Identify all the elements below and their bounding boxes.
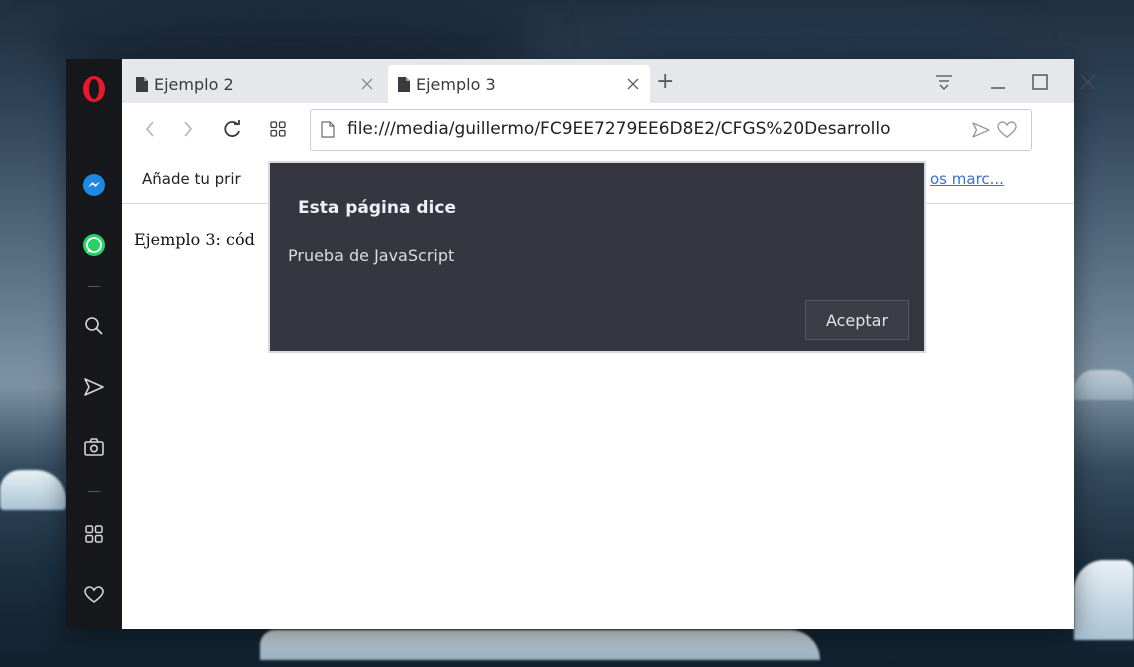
close-icon [627,78,639,90]
dialog-title: Esta página dice [298,198,456,218]
chevron-left-icon [145,121,154,137]
chevron-right-icon [184,121,193,137]
search-icon [85,317,103,335]
tab-title: Ejemplo 3 [416,74,496,94]
url-text[interactable]: file:///media/guillermo/FC9EE7279EE6D8E2… [347,119,962,141]
close-icon [1080,74,1096,90]
messenger-button[interactable] [66,165,122,205]
close-icon [361,78,373,90]
minimize-button[interactable] [984,69,1012,95]
send-icon[interactable] [971,121,991,139]
send-icon [84,378,104,396]
alert-dialog: Esta página dice Prueba de JavaScript Ac… [268,161,926,353]
minimize-icon [991,87,1005,89]
speed-dial-button[interactable] [266,117,290,141]
sidebar-separator [88,286,100,287]
tab-menu-button[interactable] [930,69,958,95]
tab-title: Ejemplo 2 [154,74,234,94]
forward-button[interactable] [176,117,200,141]
opera-menu-button[interactable] [66,69,122,109]
close-window-button[interactable] [1074,69,1102,95]
background-iceberg [1074,560,1134,640]
search-button[interactable] [66,306,122,346]
reload-button[interactable] [220,117,244,141]
camera-icon [84,438,104,456]
tab-close-button[interactable] [626,72,640,96]
address-bar[interactable]: file:///media/guillermo/FC9EE7279EE6D8E2… [310,109,1032,151]
tab-ejemplo-3[interactable]: Ejemplo 3 [388,65,650,103]
apps-grid-icon [85,525,103,543]
favorites-button[interactable] [66,575,122,615]
sidebar-separator [88,491,100,492]
reload-icon [224,120,240,137]
opera-logo-icon [83,76,105,102]
heart-icon [84,586,104,603]
page-icon [321,121,335,138]
dialog-message: Prueba de JavaScript [288,246,455,265]
apps-button[interactable] [66,514,122,554]
whatsapp-button[interactable] [66,225,122,265]
messenger-icon [83,174,105,196]
document-icon [398,76,410,92]
navigation-bar: file:///media/guillermo/FC9EE7279EE6D8E2… [122,103,1074,155]
new-tab-button[interactable]: + [656,69,674,94]
document-icon [136,76,148,92]
send-button[interactable] [66,367,122,407]
tab-menu-icon [936,75,952,90]
bookmarks-hint: Añade tu prir [142,170,241,188]
maximize-icon [1032,74,1048,90]
background-mountain [1074,370,1134,400]
background-iceberg [260,630,820,660]
whatsapp-icon [83,234,105,256]
sidebar [66,59,122,629]
accept-button[interactable]: Aceptar [805,300,909,340]
snapshot-button[interactable] [66,427,122,467]
tab-bar: Ejemplo 2 Ejemplo 3 + [122,59,1096,103]
background-iceberg [0,470,66,510]
back-button[interactable] [138,117,162,141]
apps-grid-icon [270,121,286,137]
heart-icon[interactable] [997,121,1017,139]
other-bookmarks-link[interactable]: os marc... [930,170,1004,188]
maximize-button[interactable] [1026,69,1054,95]
tab-ejemplo-2[interactable]: Ejemplo 2 [126,65,384,103]
page-body-text: Ejemplo 3: cód [134,230,255,249]
tab-close-button[interactable] [360,72,374,96]
